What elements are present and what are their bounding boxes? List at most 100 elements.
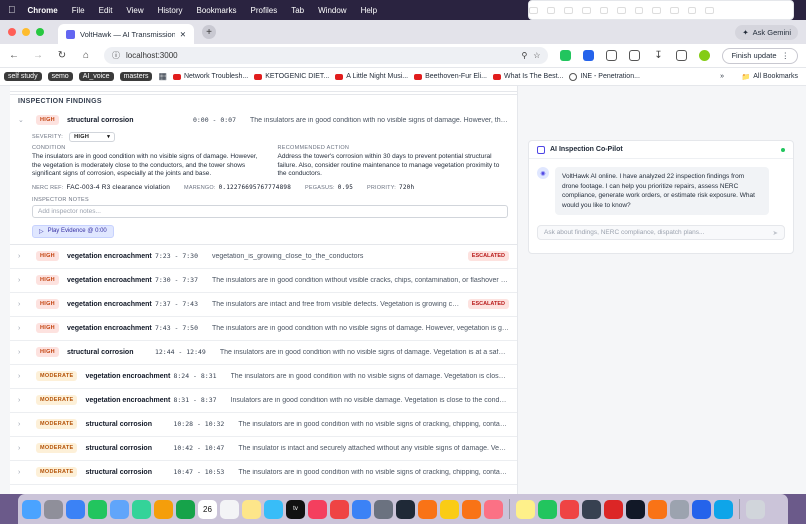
- calendar-icon[interactable]: 26: [198, 499, 217, 519]
- more-bookmarks-chevron-icon[interactable]: »: [720, 73, 724, 80]
- bookmark-item[interactable]: What Is The Best...: [492, 73, 563, 80]
- chevron-right-icon[interactable]: ›: [18, 253, 36, 260]
- preview-icon[interactable]: [670, 499, 689, 519]
- safari-icon[interactable]: [66, 499, 85, 519]
- chevron-right-icon[interactable]: ›: [18, 469, 36, 476]
- finding-row[interactable]: › HIGH vegetation encroachment 7:37 - 7:43 T…: [10, 293, 517, 317]
- brave-icon[interactable]: [462, 499, 481, 519]
- system-settings-icon[interactable]: [374, 499, 393, 519]
- address-bar[interactable]: ⓘ localhost:3000 ⚲ ☆: [104, 47, 549, 64]
- spotify-icon[interactable]: [538, 499, 557, 519]
- play-icon[interactable]: [652, 6, 662, 14]
- finding-row[interactable]: › MODERATE structural corrosion 10:28 - 10:…: [10, 413, 517, 437]
- new-tab-button[interactable]: +: [202, 25, 216, 39]
- keyboard-icon[interactable]: [617, 6, 626, 14]
- all-bookmarks-button[interactable]: 📁 All Bookmarks: [742, 73, 798, 81]
- back-arrow-icon[interactable]: ←: [8, 50, 20, 61]
- status-icon[interactable]: [546, 6, 556, 14]
- word-icon[interactable]: [692, 499, 711, 519]
- menu-view[interactable]: View: [126, 6, 143, 15]
- chevron-right-icon[interactable]: ›: [18, 397, 36, 404]
- app-icon[interactable]: [484, 499, 503, 519]
- play-evidence-button[interactable]: ▷ Play Evidence @ 0:00: [32, 224, 114, 238]
- trash-icon[interactable]: [746, 499, 765, 519]
- download-icon[interactable]: ↧: [652, 50, 664, 61]
- search-icon[interactable]: [687, 6, 697, 14]
- vlc-icon[interactable]: [648, 499, 667, 519]
- finding-row[interactable]: › MODERATE structural corrosion 10:42 - 10:…: [10, 437, 517, 461]
- severity-select[interactable]: HIGH ▾: [69, 132, 116, 142]
- control-center-icon[interactable]: [705, 6, 715, 14]
- menu-window[interactable]: Window: [318, 6, 346, 15]
- more-menu-icon[interactable]: ⋮: [782, 51, 790, 60]
- apple-tv-icon[interactable]: tv: [286, 499, 305, 519]
- chevron-right-icon[interactable]: ›: [18, 277, 36, 284]
- reload-icon[interactable]: ↻: [56, 50, 68, 61]
- chevron-right-icon[interactable]: ›: [18, 301, 36, 308]
- vscode-icon[interactable]: [714, 499, 733, 519]
- tab-search-icon[interactable]: [629, 50, 641, 61]
- mail-icon[interactable]: [110, 499, 129, 519]
- bookmark-item[interactable]: KETOGENIC DIET...: [254, 73, 329, 80]
- terminal-icon[interactable]: [626, 499, 645, 519]
- chevron-right-icon[interactable]: ›: [18, 421, 36, 428]
- menu-history[interactable]: History: [158, 6, 183, 15]
- menubar-clock[interactable]: Sun Apr 26 12:25PM: [723, 1, 793, 19]
- apple-icon[interactable]: : [8, 5, 16, 16]
- extensions-puzzle-icon[interactable]: [606, 50, 618, 61]
- menu-app-name[interactable]: Chrome: [28, 6, 58, 15]
- launchpad-icon[interactable]: [44, 499, 63, 519]
- status-icon[interactable]: [581, 6, 591, 14]
- finding-row[interactable]: › MODERATE structural corrosion 10:47 - 10:…: [10, 461, 517, 485]
- menu-file[interactable]: File: [72, 6, 85, 15]
- finish-update-button[interactable]: Finish update ⋮: [722, 47, 798, 64]
- reminders-icon[interactable]: [220, 499, 239, 519]
- battery-icon[interactable]: [599, 6, 609, 14]
- home-icon[interactable]: ⌂: [80, 50, 92, 61]
- app-store-icon[interactable]: [352, 499, 371, 519]
- facetime-icon[interactable]: [176, 499, 195, 519]
- zoom-icon[interactable]: ⚲: [521, 51, 527, 60]
- bookmark-folder[interactable]: self study: [4, 72, 42, 81]
- chevron-down-icon[interactable]: ⌄: [18, 116, 36, 124]
- extension-icon[interactable]: [560, 50, 572, 61]
- close-tab-icon[interactable]: ✕: [180, 30, 186, 39]
- news-icon[interactable]: [330, 499, 349, 519]
- maps-icon[interactable]: [132, 499, 151, 519]
- menu-help[interactable]: Help: [361, 6, 377, 15]
- forward-arrow-icon[interactable]: →: [32, 50, 44, 61]
- pen-app-icon[interactable]: [396, 499, 415, 519]
- finding-row[interactable]: › HIGH vegetation encroachment 7:23 - 7:30 v…: [10, 245, 517, 269]
- bookmark-star-icon[interactable]: ☆: [533, 51, 540, 60]
- finding-row[interactable]: › HIGH vegetation encroachment 7:43 - 7:50 T…: [10, 317, 517, 341]
- finding-row-expanded[interactable]: ⌄ HIGH structural corrosion 0:00 - 0:07 …: [10, 108, 517, 132]
- finding-row[interactable]: › HIGH structural corrosion 12:44 - 12:49 Th…: [10, 341, 517, 365]
- chrome-icon[interactable]: [440, 499, 459, 519]
- menu-edit[interactable]: Edit: [99, 6, 113, 15]
- close-window-button[interactable]: [8, 28, 16, 36]
- finding-row[interactable]: › HIGH vegetation encroachment 7:30 - 7:37 T…: [10, 269, 517, 293]
- notes-stack-icon[interactable]: [516, 499, 535, 519]
- app-icon[interactable]: [604, 499, 623, 519]
- chevron-right-icon[interactable]: ›: [18, 325, 36, 332]
- calculator-icon[interactable]: [582, 499, 601, 519]
- profile-avatar[interactable]: [699, 50, 711, 61]
- ask-gemini-button[interactable]: ✦ Ask Gemini: [735, 25, 798, 40]
- photos-icon[interactable]: [154, 499, 173, 519]
- menu-bookmarks[interactable]: Bookmarks: [197, 6, 237, 15]
- bookmark-folder[interactable]: semo: [47, 72, 73, 81]
- pdf-icon[interactable]: [560, 499, 579, 519]
- finder-icon[interactable]: [22, 499, 41, 519]
- browser-tab[interactable]: VoltHawk — AI Transmission I ✕: [58, 24, 194, 44]
- volume-icon[interactable]: [564, 6, 573, 14]
- freeform-icon[interactable]: [264, 499, 283, 519]
- send-icon[interactable]: ➤: [773, 229, 778, 237]
- finding-row[interactable]: › MODERATE vegetation encroachment 8:31 - 8…: [10, 389, 517, 413]
- menu-tab[interactable]: Tab: [291, 6, 304, 15]
- bookmark-folder[interactable]: AI_voice: [78, 72, 114, 81]
- chat-input[interactable]: Ask about findings, NERC compliance, dis…: [537, 225, 785, 240]
- bookmark-folder[interactable]: masters: [119, 72, 153, 81]
- notes-icon[interactable]: [242, 499, 261, 519]
- chevron-right-icon[interactable]: ›: [18, 349, 36, 356]
- chevron-right-icon[interactable]: ›: [18, 445, 36, 452]
